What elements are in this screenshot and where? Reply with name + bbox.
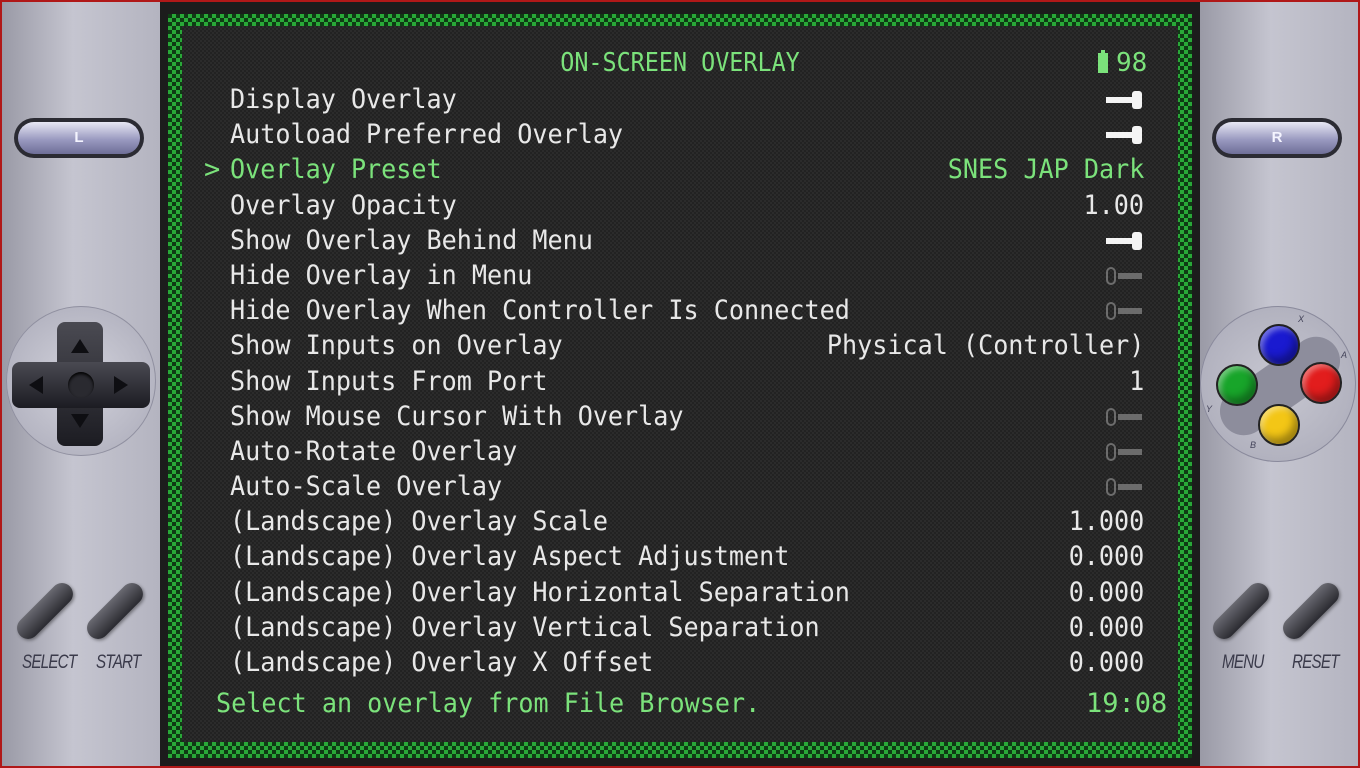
toggle-off-icon[interactable] [1106, 266, 1142, 285]
menu-item-label: Show Mouse Cursor With Overlay [230, 400, 684, 432]
reset-button[interactable] [1278, 578, 1344, 644]
x-label: X [1298, 314, 1305, 324]
page-title: ON-SCREEN OVERLAY [560, 48, 800, 78]
x-button[interactable] [1258, 324, 1300, 366]
menu-item-label: (Landscape) Overlay Horizontal Separatio… [230, 576, 850, 608]
menu-item[interactable]: (Landscape) Overlay Horizontal Separatio… [204, 575, 1144, 610]
battery-icon [1098, 50, 1108, 73]
a-label: A [1341, 350, 1348, 360]
menu-item-label: (Landscape) Overlay Aspect Adjustment [230, 541, 790, 573]
menu-item[interactable]: Hide Overlay in Menu [204, 258, 1144, 293]
menu-item-label: Show Overlay Behind Menu [230, 224, 593, 256]
menu-label: MENU [1222, 652, 1264, 673]
y-label: Y [1206, 404, 1213, 414]
settings-list: Display Overlay Autoload Preferred Overla… [204, 82, 1144, 680]
menu-item-label: Display Overlay [230, 84, 457, 115]
menu-item[interactable]: Show Overlay Behind Menu [204, 223, 1144, 258]
menu-item-label: Auto-Scale Overlay [230, 471, 503, 503]
menu-item-value: SNES JAP Dark [947, 154, 1144, 186]
toggle-off-icon[interactable] [1106, 478, 1142, 497]
menu-item-label: Overlay Opacity [230, 189, 457, 221]
menu-button[interactable] [1208, 578, 1274, 644]
b-button[interactable] [1258, 404, 1300, 446]
battery-indicator: 98 [1098, 48, 1147, 78]
dpad-right-arrow-icon[interactable] [114, 376, 137, 394]
b-label: B [1250, 440, 1257, 450]
menu-item-label: Hide Overlay in Menu [230, 259, 533, 291]
menu-item-label: Auto-Rotate Overlay [230, 435, 518, 467]
toggle-on-icon[interactable] [1106, 231, 1142, 250]
menu-item-value: 0.000 [1068, 576, 1144, 608]
y-button[interactable] [1216, 364, 1258, 406]
dpad-up-arrow-icon[interactable] [71, 330, 89, 353]
help-text: Select an overlay from File Browser. [216, 688, 761, 719]
reset-label: RESET [1292, 652, 1339, 673]
menu-item[interactable]: Auto-Scale Overlay [204, 469, 1144, 504]
app-frame: L SELECT START ON-SCREEN OVERLAY 98 Disp… [2, 2, 1358, 766]
left-controller-panel: L SELECT START [2, 2, 160, 766]
toggle-on-icon[interactable] [1106, 91, 1142, 109]
menu-item[interactable]: (Landscape) Overlay X Offset 0.000 [204, 645, 1144, 680]
menu-item[interactable]: Hide Overlay When Controller Is Connecte… [204, 293, 1144, 328]
select-label: SELECT [22, 652, 77, 673]
menu-item-value: Physical (Controller) [826, 330, 1144, 362]
menu-item-value: 1.000 [1068, 506, 1144, 538]
selection-cursor: > [204, 154, 221, 186]
menu-item[interactable]: Autoload Preferred Overlay [204, 117, 1144, 152]
clock: 19:08 [1086, 688, 1168, 719]
menu-screen: ON-SCREEN OVERLAY 98 Display Overlay Auto… [160, 2, 1200, 766]
menu-item-label: Overlay Preset [230, 154, 442, 186]
menu-item-label: (Landscape) Overlay Vertical Separation [230, 611, 820, 643]
menu-item[interactable]: Auto-Rotate Overlay [204, 434, 1144, 469]
face-buttons: X A Y B [1200, 306, 1356, 462]
menu-item-label: Show Inputs on Overlay [230, 330, 563, 362]
l-button-label: L [18, 122, 140, 154]
l-shoulder-button[interactable]: L [14, 118, 144, 158]
toggle-off-icon[interactable] [1106, 302, 1142, 321]
r-shoulder-button[interactable]: R [1212, 118, 1342, 158]
toggle-off-icon[interactable] [1106, 442, 1142, 461]
menu-item-value: 0.000 [1068, 541, 1144, 573]
menu-item[interactable]: Overlay Opacity 1.00 [204, 188, 1144, 223]
menu-item[interactable]: > Overlay Preset SNES JAP Dark [204, 152, 1144, 187]
r-button-label: R [1216, 122, 1338, 154]
menu-item-value: 0.000 [1068, 611, 1144, 643]
menu-item-label: (Landscape) Overlay X Offset [230, 647, 654, 678]
menu-item-value: 1 [1128, 365, 1144, 397]
dpad[interactable] [12, 322, 150, 446]
battery-level: 98 [1116, 48, 1148, 78]
select-button[interactable] [12, 578, 78, 644]
right-controller-panel: R X A Y B MENU RESET [1200, 2, 1358, 766]
menu-item[interactable]: Display Overlay [204, 82, 1144, 117]
dpad-left-arrow-icon[interactable] [20, 376, 43, 394]
dpad-center [68, 372, 94, 398]
toggle-off-icon[interactable] [1106, 407, 1142, 426]
toggle-on-icon[interactable] [1106, 126, 1142, 145]
menu-item[interactable]: (Landscape) Overlay Scale 1.000 [204, 504, 1144, 539]
menu-item-label: Autoload Preferred Overlay [230, 119, 624, 151]
menu-item-value: 1.00 [1083, 189, 1144, 221]
menu-item[interactable]: Show Inputs on Overlay Physical (Controll… [204, 328, 1144, 363]
menu-item[interactable]: (Landscape) Overlay Aspect Adjustment 0.0… [204, 539, 1144, 574]
menu-item[interactable]: (Landscape) Overlay Vertical Separation 0… [204, 610, 1144, 645]
menu-item-label: Hide Overlay When Controller Is Connecte… [230, 295, 850, 327]
menu-item-label: Show Inputs From Port [230, 365, 548, 397]
menu-item-label: (Landscape) Overlay Scale [230, 506, 608, 538]
menu-item[interactable]: Show Inputs From Port 1 [204, 364, 1144, 399]
a-button[interactable] [1300, 362, 1342, 404]
menu-item-value: 0.000 [1068, 647, 1144, 678]
dpad-down-arrow-icon[interactable] [71, 414, 89, 437]
start-button[interactable] [82, 578, 148, 644]
menu-item[interactable]: Show Mouse Cursor With Overlay [204, 399, 1144, 434]
start-label: START [96, 652, 141, 673]
